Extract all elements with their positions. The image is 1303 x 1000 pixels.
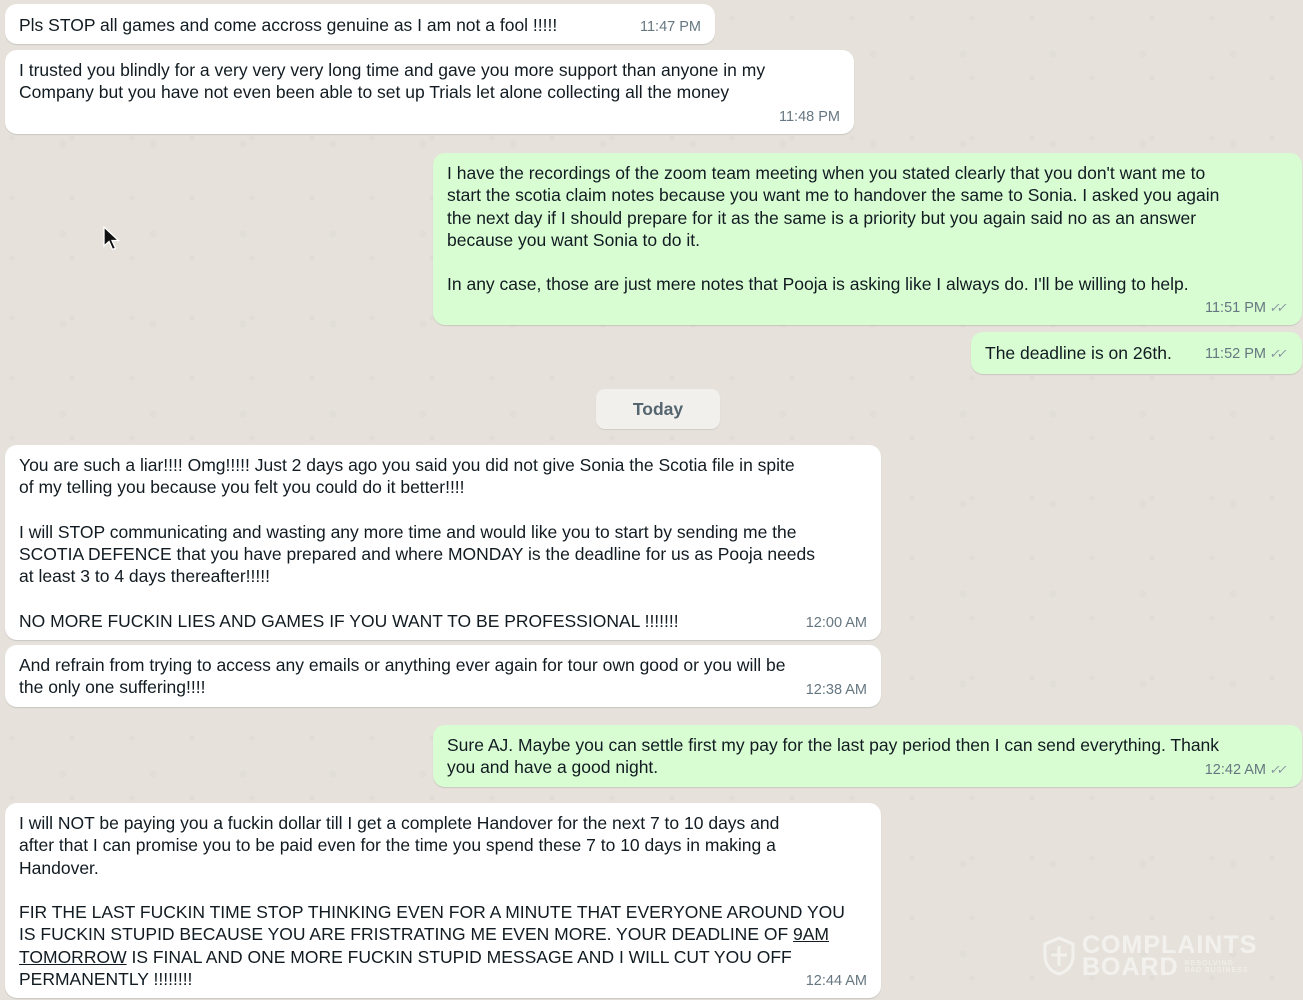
message-meta: 11:47 PM: [640, 16, 701, 38]
message-outgoing[interactable]: I have the recordings of the zoom team m…: [433, 153, 1302, 325]
shield-icon: [1043, 936, 1075, 976]
message-meta: 12:00 AM: [806, 612, 867, 634]
message-meta: 12:42 AM ✓✓: [1205, 759, 1288, 781]
message-meta: 11:52 PM ✓✓: [1205, 343, 1288, 365]
message-time: 11:52 PM: [1205, 345, 1266, 362]
message-text: And refrain from trying to access any em…: [19, 655, 786, 698]
message-time: 12:00 AM: [805, 614, 867, 631]
message-incoming[interactable]: I will NOT be paying you a fuckin dollar…: [5, 803, 881, 998]
underlined-time: 9AM: [793, 924, 830, 945]
message-text: I will NOT be paying you a fuckin dollar…: [19, 812, 867, 990]
date-separator-label: Today: [632, 398, 684, 419]
message-text: Sure AJ. Maybe you can settle first my p…: [447, 735, 1220, 778]
message-outgoing[interactable]: Sure AJ. Maybe you can settle first my p…: [433, 725, 1302, 787]
double-check-icon: ✓✓: [1268, 761, 1286, 777]
message-incoming[interactable]: Pls STOP all games and come accross genu…: [5, 4, 715, 44]
double-check-icon: ✓✓: [1268, 299, 1286, 315]
message-time: 11:48 PM: [779, 108, 840, 125]
message-text: Pls STOP all games and come accross genu…: [19, 15, 558, 35]
message-meta: 11:48 PM: [779, 106, 840, 128]
message-incoming[interactable]: You are such a liar!!!! Omg!!!!! Just 2 …: [5, 445, 881, 640]
message-time: 12:38 AM: [805, 681, 867, 698]
message-incoming[interactable]: I trusted you blindly for a very very ve…: [5, 50, 854, 134]
message-text: I trusted you blindly for a very very ve…: [19, 60, 766, 103]
watermark-text: COMPLAINTS BOARD RESOLVING BAD BUSINESS: [1082, 931, 1258, 981]
message-time: 11:47 PM: [640, 18, 701, 35]
underlined-day: TOMORROW: [19, 946, 127, 967]
message-meta: 12:44 AM: [806, 970, 867, 992]
message-incoming[interactable]: And refrain from trying to access any em…: [5, 645, 881, 707]
message-text: You are such a liar!!!! Omg!!!!! Just 2 …: [19, 455, 816, 632]
message-time: 12:42 AM: [1204, 761, 1266, 778]
message-text-part: IS FINAL AND ONE MORE FUCKIN STUPID MESS…: [19, 946, 792, 990]
message-outgoing[interactable]: The deadline is on 26th. 11:52 PM ✓✓: [971, 332, 1302, 374]
double-check-icon: ✓✓: [1268, 345, 1286, 361]
date-separator: Today: [596, 389, 720, 429]
message-time: 11:51 PM: [1205, 299, 1266, 316]
mouse-pointer-icon: [103, 226, 121, 251]
message-text-part: I will NOT be paying you a fuckin dollar…: [19, 813, 845, 945]
watermark-logo: COMPLAINTS BOARD RESOLVING BAD BUSINESS: [1042, 931, 1258, 981]
message-meta: 11:51 PM ✓✓: [1205, 297, 1288, 319]
message-text: I have the recordings of the zoom team m…: [447, 163, 1220, 295]
message-time: 12:44 AM: [805, 972, 867, 989]
message-meta: 12:38 AM: [806, 679, 867, 701]
